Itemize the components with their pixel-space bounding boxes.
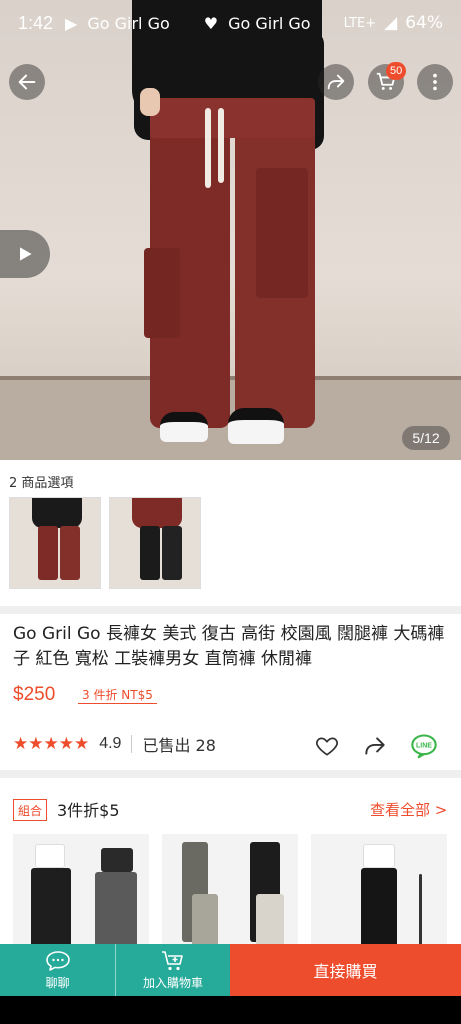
bottom-action-bar: 聊聊 加入購物車 直接購買 [0,944,461,996]
heart-outline-icon [316,737,338,756]
system-nav-bar [0,996,461,1024]
status-right: LTE+ ◢ 64% [344,13,443,33]
figure-stand [419,874,422,950]
image-drawstring [218,108,224,183]
share-product-button[interactable] [361,732,389,760]
status-bar: 1:42 ▶ Go Girl Go ♥ Go Girl Go LTE+ ◢ 64… [0,0,461,46]
youtube-icon: ▶ [65,13,78,33]
arrow-left-icon [18,74,36,90]
cart-count-badge: 50 [386,62,407,80]
back-button[interactable] [9,64,45,100]
thumb-leg [60,526,80,580]
image-drawstring [205,108,211,188]
thumb-sweater [132,498,182,528]
rating-stars: ★★★★★ [13,734,90,754]
figure-top [363,844,395,868]
bundle-item[interactable] [311,834,447,950]
variation-black[interactable] [109,497,201,589]
figure-pants [31,868,71,950]
image-shoe-left [160,412,208,442]
svg-text:LINE: LINE [416,743,432,750]
product-info: Go Gril Go 長褲女 美式 復古 高街 校園風 闊腿褲 大碼褲子 紅色 … [0,614,461,770]
share-icon [365,737,385,755]
play-icon [20,247,32,261]
thumb-leg [38,526,58,580]
status-time: 1:42 [18,12,54,33]
chat-label: 聊聊 [45,975,70,990]
product-price: $250 [13,684,56,705]
image-waistband [150,98,315,138]
chat-button[interactable]: 聊聊 [0,944,115,996]
more-vertical-icon [433,73,437,91]
product-page: 1:42 ▶ Go Girl Go ♥ Go Girl Go LTE+ ◢ 64… [0,0,461,1024]
variations-section: 2 商品選項 [0,460,461,606]
status-notif-text-2: Go Girl Go [228,13,311,33]
rating-row[interactable]: ★★★★★ 4.9 已售出 28 [13,732,216,756]
bundle-item[interactable] [13,834,149,950]
image-pants [144,98,315,428]
line-share-button[interactable]: LINE [410,732,438,760]
add-to-cart-button[interactable]: 加入購物車 [115,944,230,996]
rating-separator [131,735,133,753]
image-shoe-right [228,408,284,444]
image-cargo-pocket [256,168,308,298]
section-divider [0,606,461,614]
bundle-deal-section: 組合 3件折$5 查看全部 > [0,778,461,950]
chat-icon [45,950,70,971]
sold-count: 已售出 28 [142,736,216,755]
thumb-leg [140,526,160,580]
more-button[interactable] [417,64,453,100]
line-app-icon: LINE [411,734,437,759]
bundle-title: 3件折$5 [57,801,120,820]
figure-pants [95,872,137,950]
product-title: Go Gril Go 長褲女 美式 復古 高街 校園風 闊腿褲 大碼褲子 紅色 … [13,624,445,669]
thumb-leg [162,526,182,580]
status-notifications: ▶ Go Girl Go ♥ Go Girl Go [65,14,311,33]
figure-pants [256,894,284,950]
network-label: LTE+ [343,15,377,31]
figure-pants [192,894,218,950]
like-button[interactable] [313,732,341,760]
figure-pants [361,868,397,950]
bundle-item[interactable] [162,834,298,950]
cart-plus-icon [162,951,183,971]
variations-label: 2 商品選項 [9,476,74,491]
variation-red[interactable] [9,497,101,589]
battery-level: 64% [405,13,443,33]
buy-now-button[interactable]: 直接購買 [230,944,461,996]
add-to-cart-label: 加入購物車 [142,976,203,990]
heart-icon: ♥ [203,13,219,33]
figure-top [35,844,65,868]
rating-value: 4.9 [99,735,122,752]
bundle-tag: 組合 [13,799,48,821]
image-cargo-pocket [144,248,180,338]
signal-icon: ◢ [384,13,398,33]
promo-tag[interactable]: 3 件折 NT$5 [78,686,157,704]
image-hand [140,88,160,116]
thumb-sweater [32,498,82,528]
share-icon [327,74,345,90]
status-notif-text: Go Girl Go [87,13,170,33]
image-counter: 5/12 [402,426,450,450]
see-all-link[interactable]: 查看全部 > [370,799,447,820]
video-play-button[interactable] [0,230,50,278]
section-divider [0,770,461,778]
share-button[interactable] [318,64,354,100]
figure-top [101,848,133,872]
